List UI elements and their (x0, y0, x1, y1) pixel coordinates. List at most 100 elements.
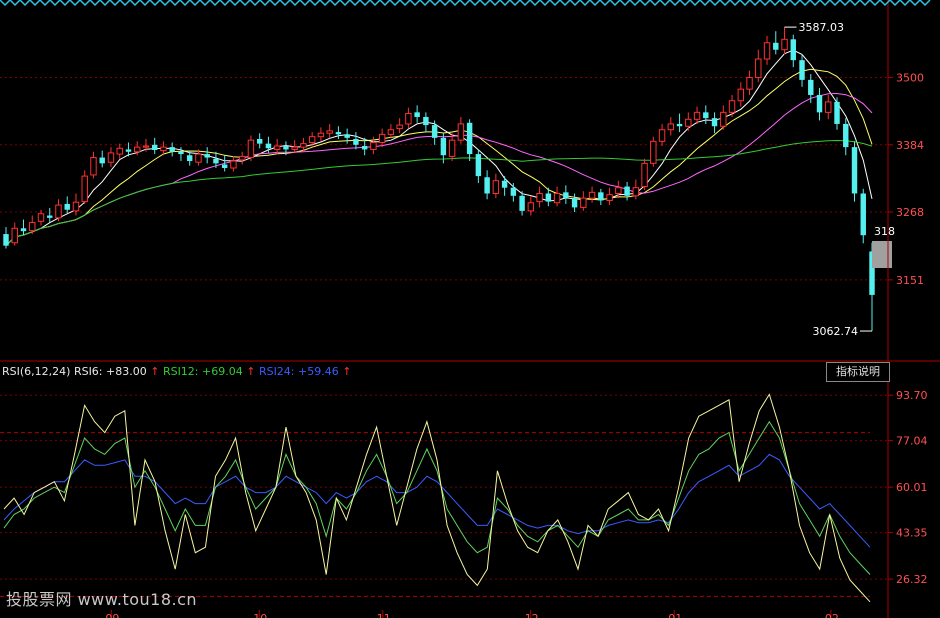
low-label: 3062.74 (813, 325, 859, 338)
rsi-tick-label: 43.35 (896, 527, 928, 540)
top-border-mark (299, 0, 311, 7)
candle-body (134, 146, 141, 153)
top-border (0, 0, 931, 7)
top-border-mark (889, 0, 901, 7)
top-border-mark (409, 0, 421, 7)
candle-body (29, 221, 36, 232)
watermark: 投股票网 www.tou18.cn (6, 590, 198, 609)
top-border-mark (759, 0, 771, 7)
top-border-mark (839, 0, 851, 7)
top-border-mark (849, 0, 861, 7)
top-border-mark (439, 0, 451, 7)
x-tick-label: 01 (668, 612, 682, 618)
top-border-mark (269, 0, 281, 7)
top-border-mark (199, 0, 211, 7)
candle-body (799, 60, 805, 80)
candle-body (238, 155, 246, 161)
top-border-mark (469, 0, 481, 7)
top-border-mark (0, 0, 11, 7)
top-border-mark (579, 0, 591, 7)
top-border-mark (189, 0, 201, 7)
candle-body (598, 192, 604, 201)
candle-body (90, 157, 97, 176)
rsi-up-arrow: ↑ (342, 365, 351, 378)
candle-body (335, 132, 342, 135)
rsi-tick-label: 26.32 (896, 573, 928, 586)
candle-body (466, 122, 473, 155)
top-border-mark (829, 0, 841, 7)
candle-body (843, 123, 849, 148)
candle-body (431, 125, 438, 138)
top-border-mark (229, 0, 241, 7)
candle-body (353, 139, 359, 145)
top-border-mark (419, 0, 431, 7)
candle-body (204, 154, 210, 158)
candle-body (3, 234, 9, 246)
rsi-line-rsi12 (3, 420, 871, 575)
top-border-mark (869, 0, 881, 7)
candle-body (142, 145, 150, 148)
candle-body (545, 193, 552, 202)
candle-body (527, 202, 535, 212)
candle-body (658, 129, 666, 142)
top-border-mark (559, 0, 571, 7)
price-panel: 3151 3268 3384 3500 3587.03 3062.74 318 (0, 21, 924, 338)
candle-body (344, 134, 350, 138)
candle-body (606, 194, 613, 201)
rsi-title: RSI(6,12,24) (2, 365, 74, 378)
candle-body (781, 38, 788, 51)
candle-body (37, 213, 45, 222)
candle-body (624, 186, 630, 196)
top-border-mark (699, 0, 711, 7)
candle-body (230, 160, 237, 169)
top-border-mark (289, 0, 301, 7)
top-border-mark (309, 0, 321, 7)
top-border-mark (919, 0, 931, 7)
candle-body (361, 145, 368, 150)
rsi-legend-rsi6: RSI6: +83.00 (74, 365, 150, 378)
candle-body (615, 187, 622, 194)
top-border-mark (909, 0, 921, 7)
rsi-legend-rsi24: RSI24: +59.46 (259, 365, 342, 378)
candle-body (580, 197, 587, 208)
top-border-mark (489, 0, 501, 7)
top-border-mark (689, 0, 701, 7)
candle-body (405, 112, 412, 125)
candle-body (790, 39, 796, 61)
candle-body (763, 42, 771, 60)
indicator-help-button[interactable]: 指标说明 (826, 362, 890, 382)
candle-body (195, 153, 202, 163)
candle-body (213, 158, 219, 164)
candle-body (492, 180, 500, 194)
candle-body (475, 154, 482, 177)
top-border-mark (719, 0, 731, 7)
rsi-tick-label: 93.70 (896, 389, 928, 402)
candle-body (728, 100, 736, 113)
rsi-tick-label: 77.04 (896, 435, 928, 448)
top-border-mark (799, 0, 811, 7)
top-border-mark (79, 0, 91, 7)
top-border-mark (529, 0, 541, 7)
top-border-mark (859, 0, 871, 7)
rsi-legend: RSI(6,12,24) RSI6: +83.00 ↑ RSI12: +69.0… (2, 365, 351, 378)
candle-body (519, 195, 525, 211)
top-border-mark (129, 0, 141, 7)
top-border-mark (219, 0, 231, 7)
candle-body (641, 162, 648, 188)
top-border-mark (239, 0, 251, 7)
candle-body (553, 192, 561, 204)
top-border-mark (649, 0, 661, 7)
candle-body (256, 139, 263, 144)
top-border-mark (449, 0, 461, 7)
top-border-mark (149, 0, 161, 7)
right-edge-label: 318 (874, 225, 895, 238)
candle-body (808, 79, 814, 95)
top-border-mark (259, 0, 271, 7)
stock-chart: 3151 3268 3384 3500 3587.03 3062.74 318 RSI(6,… (0, 0, 940, 618)
candle-body (448, 139, 456, 157)
candle-body (151, 144, 158, 151)
candle-body (685, 118, 692, 127)
top-border-mark (569, 0, 581, 7)
candle-body (326, 130, 333, 134)
top-border-mark (39, 0, 51, 7)
